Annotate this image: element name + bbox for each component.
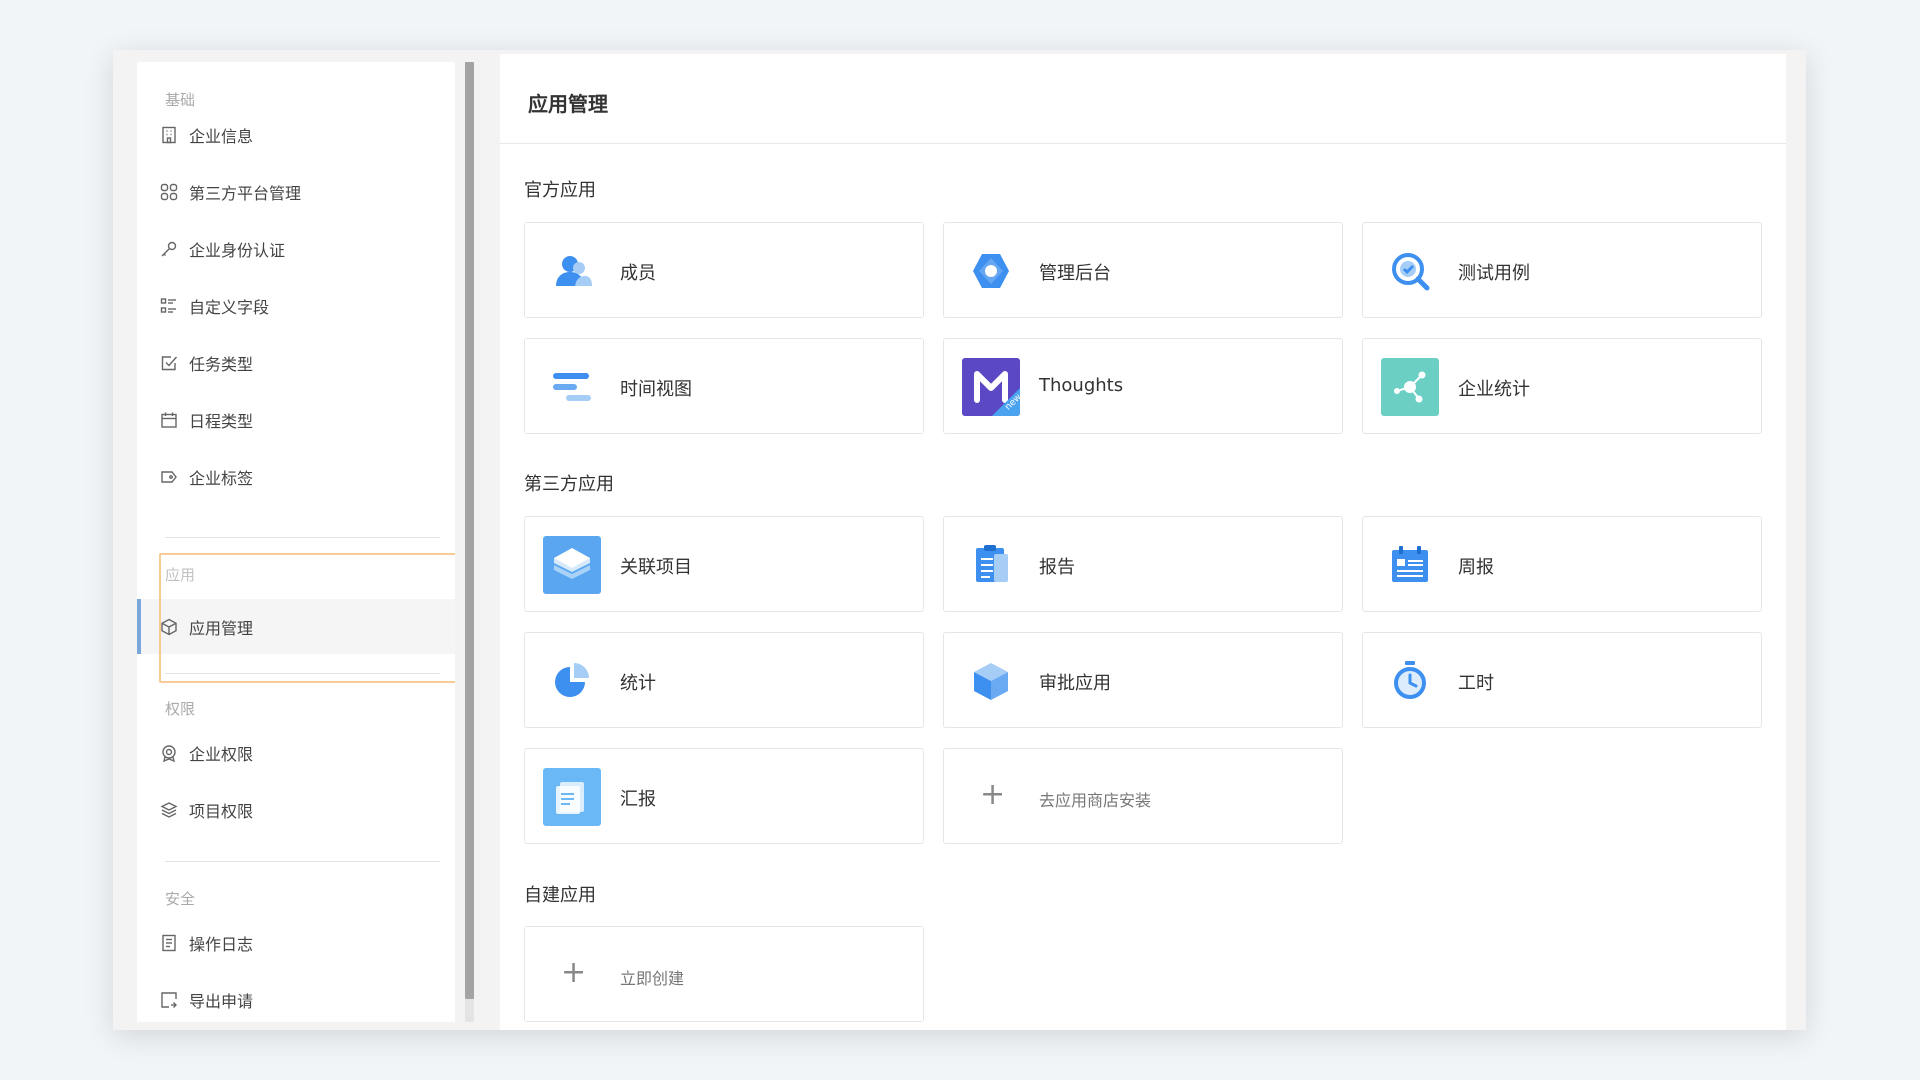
settings-sidebar: 基础 企业信息 第三方平台管理 企业身份认证 自定义字段 任务类型 日程类型 企… bbox=[137, 62, 455, 1022]
app-card-work-hours[interactable]: 工时 bbox=[1362, 632, 1762, 728]
app-name: 企业统计 bbox=[1458, 379, 1530, 400]
sidebar-item-custom-fields[interactable]: 自定义字段 bbox=[137, 281, 455, 331]
sidebar-item-operation-log[interactable]: 操作日志 bbox=[137, 918, 455, 968]
app-card-thoughts[interactable]: new Thoughts bbox=[943, 338, 1343, 434]
report-doc-icon bbox=[543, 768, 601, 826]
sidebar-item-company-info[interactable]: 企业信息 bbox=[137, 110, 455, 160]
scrollbar-thumb[interactable] bbox=[465, 62, 474, 999]
sidebar-item-label: 任务类型 bbox=[189, 355, 254, 374]
app-name: 管理后台 bbox=[1039, 263, 1111, 284]
app-card-members[interactable]: 成员 bbox=[524, 222, 924, 318]
checkbox-icon bbox=[159, 353, 179, 373]
app-name: 周报 bbox=[1458, 557, 1494, 578]
group-title-official: 官方应用 bbox=[524, 180, 596, 201]
sidebar-item-label: 企业标签 bbox=[189, 469, 254, 488]
app-card-statistics[interactable]: 统计 bbox=[524, 632, 924, 728]
section-title-permissions: 权限 bbox=[165, 700, 196, 718]
sidebar-item-label: 日程类型 bbox=[189, 412, 254, 431]
sidebar-item-project-permissions[interactable]: 项目权限 bbox=[137, 785, 455, 835]
page-title: 应用管理 bbox=[528, 92, 608, 116]
building-icon bbox=[159, 125, 179, 145]
sidebar-item-label: 企业身份认证 bbox=[189, 241, 286, 260]
install-from-store-label: 去应用商店安装 bbox=[1039, 791, 1152, 810]
timeline-bars-icon bbox=[543, 358, 601, 416]
grid-icon bbox=[159, 182, 179, 202]
app-card-linked-projects[interactable]: 关联项目 bbox=[524, 516, 924, 612]
install-from-store-button[interactable]: + 去应用商店安装 bbox=[943, 748, 1343, 844]
app-name: 关联项目 bbox=[620, 557, 692, 578]
group-title-third-party: 第三方应用 bbox=[524, 474, 614, 495]
app-card-company-stats[interactable]: 企业统计 bbox=[1362, 338, 1762, 434]
layers-icon bbox=[159, 800, 179, 820]
admin-hexagon-icon bbox=[962, 242, 1020, 300]
section-title-apps: 应用 bbox=[165, 566, 196, 584]
app-name: 报告 bbox=[1039, 557, 1075, 578]
pie-chart-icon bbox=[543, 652, 601, 710]
export-icon bbox=[159, 990, 179, 1010]
app-name: 统计 bbox=[620, 673, 656, 694]
app-name: Thoughts bbox=[1039, 375, 1124, 396]
sidebar-item-company-tags[interactable]: 企业标签 bbox=[137, 452, 455, 502]
app-card-reporting[interactable]: 汇报 bbox=[524, 748, 924, 844]
page-header: 应用管理 bbox=[500, 54, 1786, 144]
sidebar-item-label: 企业信息 bbox=[189, 127, 254, 146]
key-icon bbox=[159, 239, 179, 259]
app-name: 成员 bbox=[620, 263, 656, 284]
app-card-weekly-report[interactable]: 周报 bbox=[1362, 516, 1762, 612]
badge-icon bbox=[159, 743, 179, 763]
sidebar-item-export-request[interactable]: 导出申请 bbox=[137, 975, 455, 1022]
sidebar-item-label: 项目权限 bbox=[189, 802, 254, 821]
tag-icon bbox=[159, 467, 179, 487]
app-frame: 基础 企业信息 第三方平台管理 企业身份认证 自定义字段 任务类型 日程类型 企… bbox=[113, 50, 1806, 1030]
create-app-label: 立即创建 bbox=[620, 969, 685, 988]
stopwatch-icon bbox=[1381, 652, 1439, 710]
app-card-test-cases[interactable]: 测试用例 bbox=[1362, 222, 1762, 318]
plus-icon: + bbox=[980, 777, 1006, 812]
network-stats-icon bbox=[1381, 358, 1439, 416]
fields-list-icon bbox=[159, 296, 179, 316]
calendar-icon bbox=[159, 410, 179, 430]
document-icon bbox=[159, 933, 179, 953]
app-name: 汇报 bbox=[620, 789, 656, 810]
sidebar-scrollbar[interactable] bbox=[465, 62, 474, 1022]
layers-stack-icon bbox=[543, 536, 601, 594]
app-card-timeline[interactable]: 时间视图 bbox=[524, 338, 924, 434]
clipboard-icon bbox=[962, 536, 1020, 594]
sidebar-item-label: 导出申请 bbox=[189, 992, 254, 1011]
section-title-basic: 基础 bbox=[165, 91, 196, 109]
sidebar-item-label: 第三方平台管理 bbox=[189, 184, 302, 203]
sidebar-item-label: 操作日志 bbox=[189, 935, 254, 954]
app-name: 测试用例 bbox=[1458, 263, 1530, 284]
app-card-approval[interactable]: 审批应用 bbox=[943, 632, 1343, 728]
approval-cube-icon bbox=[962, 652, 1020, 710]
main-panel: 应用管理 官方应用 成员 管理后台 测试用例 时间视图 new Thoughts… bbox=[500, 54, 1786, 1030]
group-title-custom: 自建应用 bbox=[524, 885, 596, 906]
app-name: 工时 bbox=[1458, 673, 1494, 694]
sidebar-item-schedule-types[interactable]: 日程类型 bbox=[137, 395, 455, 445]
sidebar-item-label: 自定义字段 bbox=[189, 298, 270, 317]
plus-icon: + bbox=[561, 955, 587, 990]
test-search-icon bbox=[1381, 242, 1439, 300]
sidebar-item-task-types[interactable]: 任务类型 bbox=[137, 338, 455, 388]
weekly-report-icon bbox=[1381, 536, 1439, 594]
members-icon bbox=[543, 242, 601, 300]
thoughts-logo-icon: new bbox=[962, 358, 1020, 416]
sidebar-item-identity-auth[interactable]: 企业身份认证 bbox=[137, 224, 455, 274]
sidebar-item-label: 应用管理 bbox=[189, 618, 254, 638]
create-app-button[interactable]: + 立即创建 bbox=[524, 926, 924, 1022]
app-name: 审批应用 bbox=[1039, 673, 1111, 694]
app-name: 时间视图 bbox=[620, 379, 692, 400]
sidebar-item-app-management[interactable]: 应用管理 bbox=[137, 599, 455, 654]
app-card-admin[interactable]: 管理后台 bbox=[943, 222, 1343, 318]
sidebar-divider bbox=[165, 673, 440, 674]
sidebar-item-third-party[interactable]: 第三方平台管理 bbox=[137, 167, 455, 217]
sidebar-divider bbox=[165, 861, 440, 862]
sidebar-item-company-permissions[interactable]: 企业权限 bbox=[137, 728, 455, 778]
sidebar-divider bbox=[165, 537, 440, 538]
section-title-security: 安全 bbox=[165, 890, 196, 908]
cube-icon bbox=[159, 617, 179, 637]
app-card-reports[interactable]: 报告 bbox=[943, 516, 1343, 612]
sidebar-item-label: 企业权限 bbox=[189, 745, 254, 764]
